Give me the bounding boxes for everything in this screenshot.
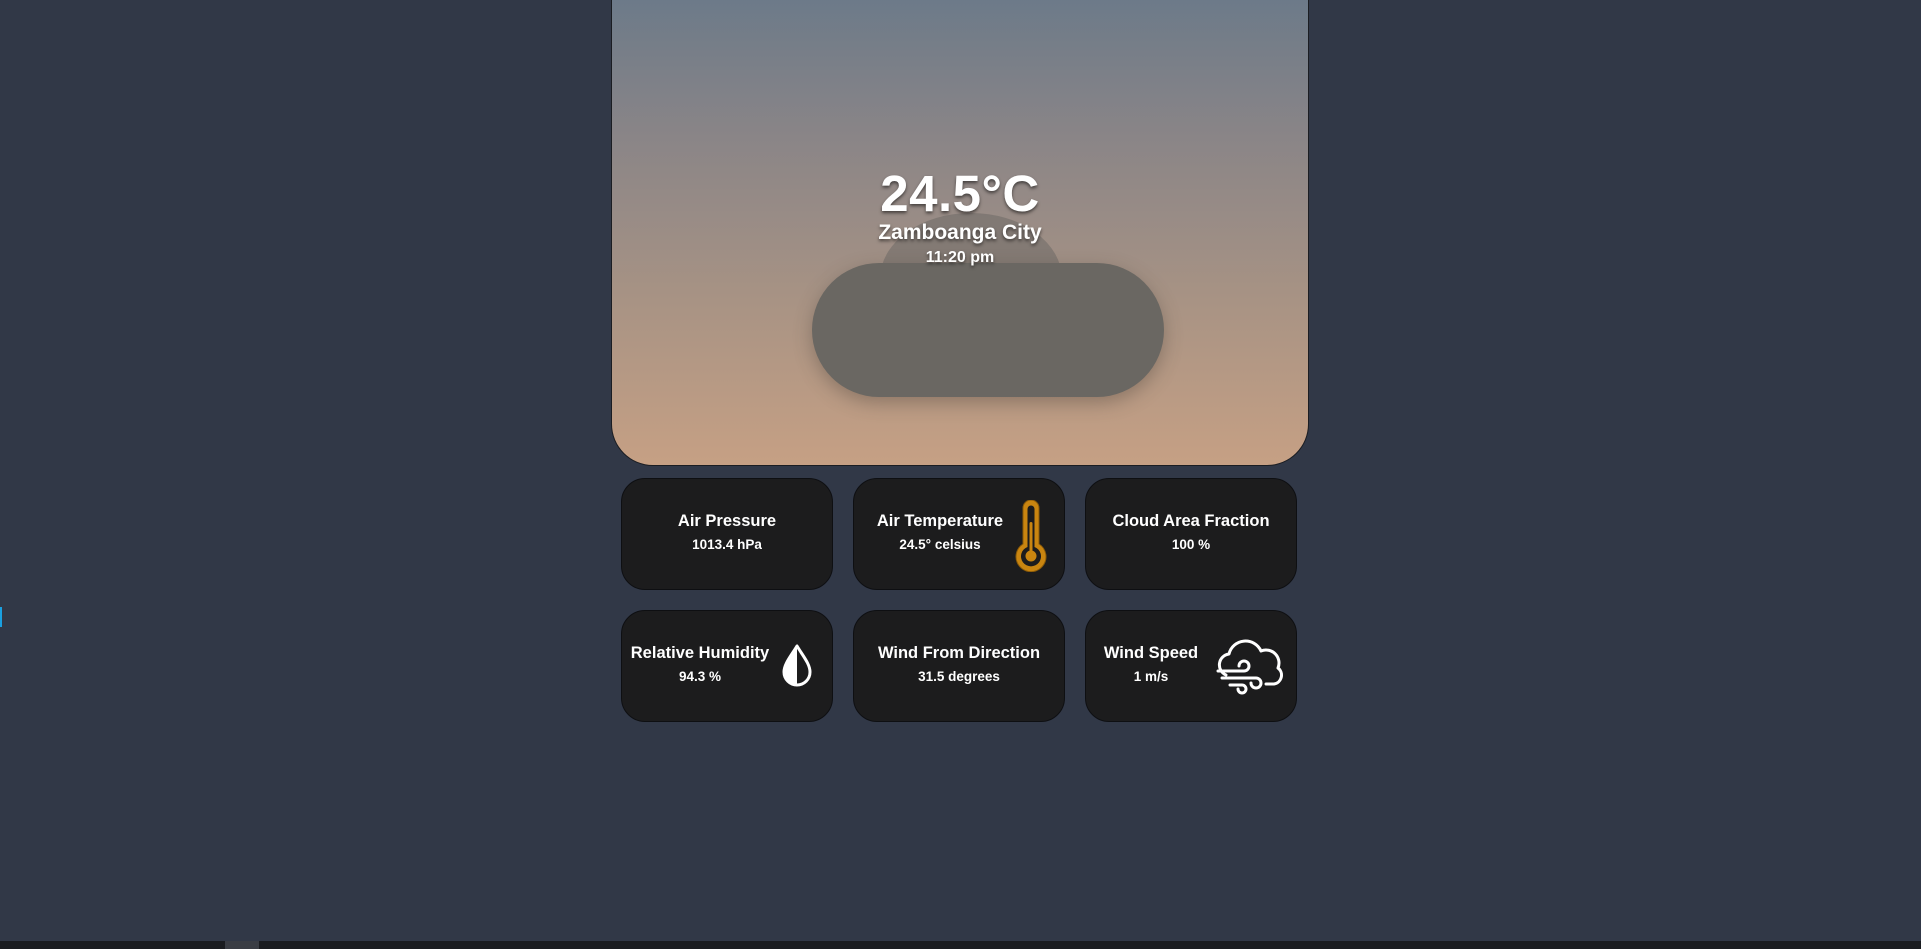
cloud-icon [812,263,1164,397]
wind-cloud-icon [1216,639,1283,695]
tile-value: 24.5° celsius [899,537,981,552]
tile-label: Wind Speed [1103,644,1199,662]
air-temperature-tile: Air Temperature 24.5° celsius [853,478,1065,590]
air-pressure-text: Air Pressure 1013.4 hPa [622,512,832,552]
water-drop-icon [782,644,812,687]
cloud-area-fraction-text: Cloud Area Fraction 100 % [1086,512,1296,552]
tile-label: Air Temperature [876,512,1004,530]
tile-value: 100 % [1171,537,1211,552]
air-temperature-text: Air Temperature 24.5° celsius [864,512,1016,552]
relative-humidity-text: Relative Humidity 94.3 % [628,644,772,684]
relative-humidity-tile: Relative Humidity 94.3 % [621,610,833,722]
tile-value: 1013.4 hPa [692,537,762,552]
tile-label: Air Pressure [677,512,777,530]
tile-value: 1 m/s [1133,669,1169,684]
thermometer-icon [1015,500,1047,572]
wind-speed-tile: Wind Speed 1 m/s [1085,610,1297,722]
city-name: Zamboanga City [878,221,1042,244]
tile-label: Relative Humidity [630,644,770,662]
tile-label: Wind From Direction [877,644,1041,662]
current-temperature: 24.5°C [880,165,1040,222]
taskbar [0,941,1921,949]
wind-direction-tile: Wind From Direction 31.5 degrees [853,610,1065,722]
weather-app: 24.5°C Zamboanga City 11:20 pm Air Press… [0,0,1921,949]
tile-value: 31.5 degrees [918,669,1000,684]
current-weather-card: 24.5°C Zamboanga City 11:20 pm [611,0,1309,466]
air-pressure-tile: Air Pressure 1013.4 hPa [621,478,833,590]
tile-value: 94.3 % [678,669,722,684]
tile-label: Cloud Area Fraction [1112,512,1270,530]
wind-direction-text: Wind From Direction 31.5 degrees [854,644,1064,684]
window-edge-marker [0,607,2,627]
cloud-area-fraction-tile: Cloud Area Fraction 100 % [1085,478,1297,590]
local-time: 11:20 pm [925,249,995,266]
wind-speed-text: Wind Speed 1 m/s [1096,644,1206,684]
taskbar-active-item[interactable] [225,941,259,949]
